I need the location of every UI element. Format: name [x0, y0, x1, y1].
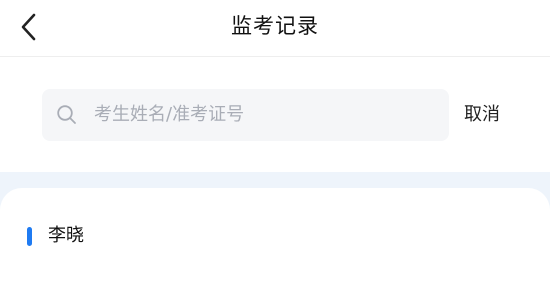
accent-marker: [27, 227, 32, 246]
search-placeholder: 考生姓名/准考证号: [94, 104, 245, 125]
record-name: 李晓: [48, 225, 84, 246]
navigation-bar: 监考记录: [0, 0, 550, 57]
page-title: 监考记录: [231, 14, 319, 38]
search-area: 考生姓名/准考证号 取消: [0, 57, 550, 172]
search-input[interactable]: 考生姓名/准考证号: [42, 89, 449, 141]
cancel-button[interactable]: 取消: [464, 89, 500, 141]
search-icon: [57, 105, 76, 124]
record-list-item[interactable]: 李晓: [0, 188, 550, 288]
